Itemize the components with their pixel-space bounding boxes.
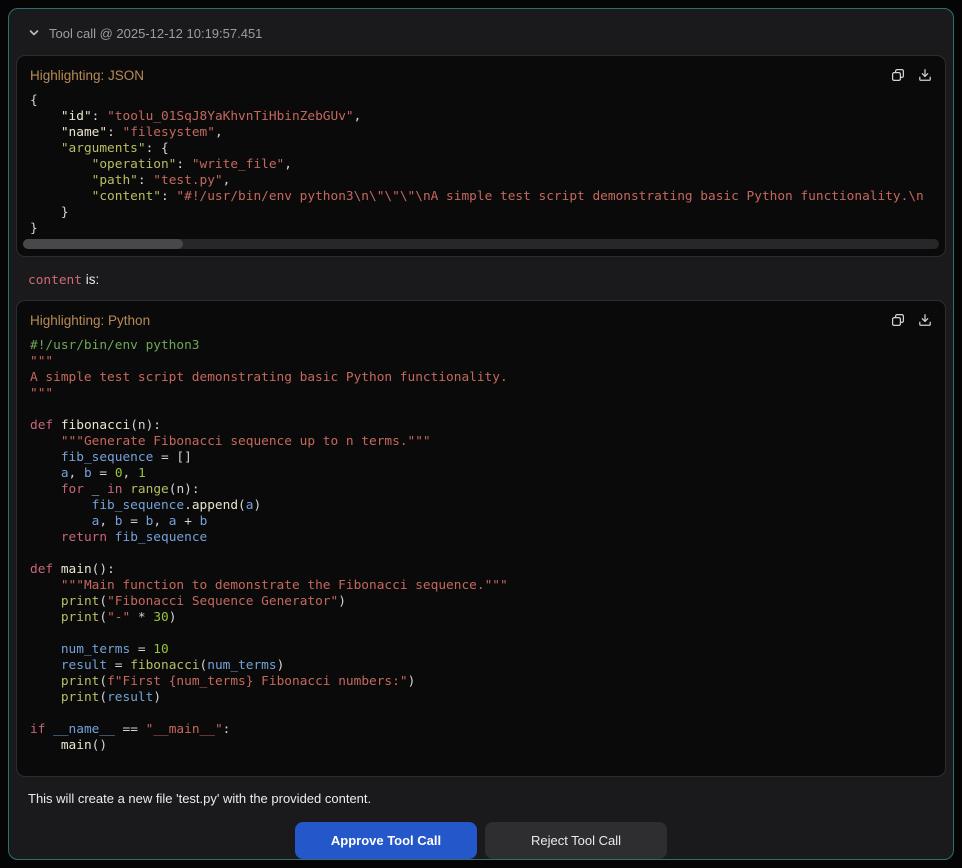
code-line: a, b = 0, 1 [30,466,932,482]
code-line: "arguments": { [30,141,932,157]
code-line: } [30,221,932,237]
tool-call-header: Tool call @ 2025-12-12 10:19:57.451 [16,19,946,45]
code-line [30,546,932,562]
python-code-block: Highlighting: Python #!/usr/bin/ [16,300,946,777]
highlight-language-label: Highlighting: Python [30,313,150,328]
code-line [30,706,932,722]
code-line: print(f"First {num_terms} Fibonacci numb… [30,674,932,690]
code-line: #!/usr/bin/env python3 [30,338,932,354]
json-code-block: Highlighting: JSON { "id": "t [16,55,946,257]
code-line: fib_sequence = [] [30,450,932,466]
content-key-code: content [28,273,82,288]
code-line: def fibonacci(n): [30,418,932,434]
chevron-down-icon[interactable] [28,27,40,39]
code-line: "operation": "write_file", [30,157,932,173]
code-line: if __name__ == "__main__": [30,722,932,738]
code-line: "path": "test.py", [30,173,932,189]
code-line: fib_sequence.append(a) [30,498,932,514]
tool-call-panel: Tool call @ 2025-12-12 10:19:57.451 High… [8,8,954,860]
approve-tool-call-button[interactable]: Approve Tool Call [295,822,477,859]
code-line: print("-" * 30) [30,610,932,626]
code-line: """ [30,354,932,370]
scrollbar-thumb[interactable] [23,239,183,249]
confirmation-message: This will create a new file 'test.py' wi… [28,791,946,809]
json-code-block-header: Highlighting: JSON [30,67,932,83]
code-line: """Main function to demonstrate the Fibo… [30,578,932,594]
code-line: return fib_sequence [30,530,932,546]
code-line: print("Fibonacci Sequence Generator") [30,594,932,610]
code-line: result = fibonacci(num_terms) [30,658,932,674]
code-line: def main(): [30,562,932,578]
copy-code-icon[interactable] [891,68,905,82]
highlight-language-label: Highlighting: JSON [30,68,144,83]
code-line: { [30,93,932,109]
code-line [30,626,932,642]
code-line [30,402,932,418]
python-code-block-header: Highlighting: Python [30,312,932,328]
code-line: for _ in range(n): [30,482,932,498]
json-code-content: { "id": "toolu_01SqJ8YaKhvnTiHbinZebGUv"… [30,93,932,237]
content-note: content is: [28,272,946,290]
download-code-icon[interactable] [918,68,932,82]
code-line: num_terms = 10 [30,642,932,658]
code-line: """Generate Fibonacci sequence up to n t… [30,434,932,450]
code-line: main() [30,738,932,754]
code-line: A simple test script demonstrating basic… [30,370,932,386]
content-note-suffix: is: [82,272,99,287]
code-actions [891,313,932,327]
reject-tool-call-button[interactable]: Reject Tool Call [485,822,667,859]
code-actions [891,68,932,82]
horizontal-scrollbar[interactable] [23,239,939,249]
code-line: print(result) [30,690,932,706]
copy-code-icon[interactable] [891,313,905,327]
code-line: "content": "#!/usr/bin/env python3\n\"\"… [30,189,932,205]
tool-call-actions: Approve Tool Call Reject Tool Call [16,822,946,859]
code-line: "name": "filesystem", [30,125,932,141]
download-code-icon[interactable] [918,313,932,327]
code-line: """ [30,386,932,402]
code-line: a, b = b, a + b [30,514,932,530]
code-line: } [30,205,932,221]
tool-call-title: Tool call @ 2025-12-12 10:19:57.451 [49,26,262,41]
code-line: "id": "toolu_01SqJ8YaKhvnTiHbinZebGUv", [30,109,932,125]
python-code-content: #!/usr/bin/env python3"""A simple test s… [30,338,932,754]
